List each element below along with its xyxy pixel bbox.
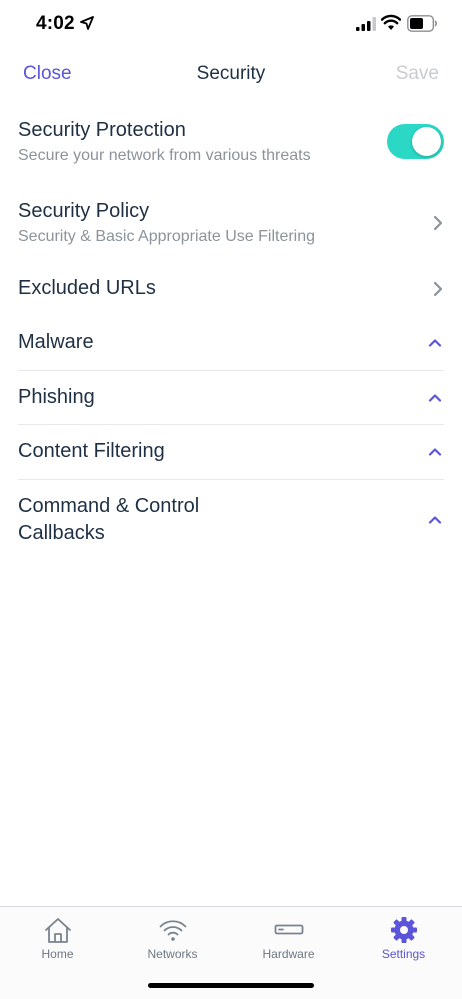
command-control-title-line1: Command & Control bbox=[18, 495, 200, 517]
security-policy-subtitle: Security & Basic Appropriate Use Filteri… bbox=[18, 228, 316, 245]
divider bbox=[18, 370, 444, 371]
security-protection-subtitle: Secure your network from various threats bbox=[18, 147, 311, 164]
divider bbox=[18, 479, 444, 480]
status-time: 4:02 bbox=[36, 13, 75, 34]
tab-home[interactable]: Home bbox=[0, 907, 115, 977]
page-title: Security bbox=[196, 63, 266, 84]
location-arrow-icon bbox=[80, 16, 94, 30]
malware-section[interactable]: Malware bbox=[18, 329, 444, 357]
phishing-title: Phishing bbox=[18, 386, 95, 408]
tab-networks-label: Networks bbox=[147, 947, 198, 961]
tab-hardware[interactable]: Hardware bbox=[231, 907, 346, 977]
signal-icon bbox=[356, 17, 376, 31]
tab-hardware-label: Hardware bbox=[262, 947, 315, 961]
chevron-right-icon bbox=[433, 281, 443, 297]
home-indicator bbox=[148, 983, 314, 988]
command-control-title-line2: Callbacks bbox=[18, 522, 105, 544]
security-protection-toggle[interactable] bbox=[387, 124, 444, 159]
battery-icon bbox=[407, 15, 438, 32]
security-protection-title: Security Protection bbox=[18, 119, 186, 141]
security-policy-row[interactable]: Security Policy Security & Basic Appropr… bbox=[18, 198, 444, 250]
content-filtering-section[interactable]: Content Filtering bbox=[18, 438, 444, 466]
malware-title: Malware bbox=[18, 331, 94, 353]
excluded-urls-title: Excluded URLs bbox=[18, 277, 156, 299]
nav-bar: Close Security Save bbox=[0, 50, 462, 100]
router-icon bbox=[274, 924, 303, 935]
phishing-section[interactable]: Phishing bbox=[18, 384, 444, 412]
command-control-callbacks-section[interactable]: Command & Control Callbacks bbox=[18, 493, 444, 549]
divider bbox=[18, 424, 444, 425]
chevron-up-icon bbox=[428, 516, 442, 524]
security-protection-row: Security Protection Secure your network … bbox=[18, 117, 444, 169]
home-icon bbox=[44, 918, 71, 943]
security-policy-title: Security Policy bbox=[18, 200, 150, 222]
chevron-up-icon bbox=[428, 394, 442, 402]
tab-settings[interactable]: Settings bbox=[346, 907, 461, 977]
status-bar: 4:02 bbox=[0, 0, 462, 50]
tab-home-label: Home bbox=[41, 947, 74, 961]
wifi-icon bbox=[159, 920, 186, 941]
wifi-icon bbox=[381, 14, 401, 30]
gear-icon bbox=[390, 917, 417, 943]
content-filtering-title: Content Filtering bbox=[18, 440, 165, 462]
tab-settings-label: Settings bbox=[381, 947, 426, 961]
chevron-right-icon bbox=[433, 215, 443, 231]
excluded-urls-row[interactable]: Excluded URLs bbox=[18, 275, 444, 303]
chevron-up-icon bbox=[428, 448, 442, 456]
tab-networks[interactable]: Networks bbox=[115, 907, 230, 977]
save-button[interactable]: Save bbox=[396, 63, 439, 85]
chevron-up-icon bbox=[428, 339, 442, 347]
toggle-knob bbox=[412, 127, 441, 156]
